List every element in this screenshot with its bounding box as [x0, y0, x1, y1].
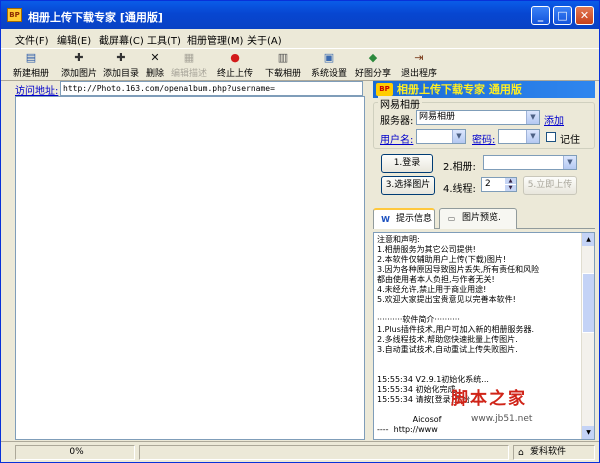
- password-select[interactable]: ▼: [498, 129, 540, 144]
- threads-spinner[interactable]: 2 ▲ ▼: [481, 177, 517, 192]
- scroll-down-icon[interactable]: ▼: [582, 426, 594, 439]
- share-images-button[interactable]: ◆ 好图分享: [353, 50, 393, 80]
- preview-icon: ▭: [447, 214, 456, 223]
- tab-preview[interactable]: ▭ 图片预览.: [439, 208, 517, 229]
- download-icon: ▥: [277, 51, 289, 64]
- threads-label: 4.线程:: [443, 184, 476, 195]
- add-server-link[interactable]: 添加: [544, 112, 564, 127]
- menu-about[interactable]: 关于(A): [247, 32, 282, 47]
- menu-capture[interactable]: 截屏幕(C): [99, 32, 144, 47]
- add-image-button[interactable]: ✚ 添加图片: [59, 50, 99, 80]
- info-icon: W: [381, 215, 390, 224]
- edit-description-button[interactable]: ▦ 编辑描述: [169, 50, 209, 80]
- share-icon: ◆: [368, 51, 378, 64]
- album-label: 2.相册:: [443, 162, 476, 173]
- log-line: 都由使用者本人负担,与作者无关!: [377, 275, 495, 284]
- maximize-icon: □: [557, 9, 568, 22]
- close-icon: ✕: [579, 9, 590, 22]
- stop-icon: ●: [230, 51, 240, 64]
- username-select[interactable]: ▼: [416, 129, 466, 144]
- log-line: ··········软件简介··········: [377, 315, 460, 324]
- account-group-title: 网易相册: [378, 96, 422, 111]
- chevron-down-icon: ▼: [526, 111, 539, 124]
- log-line: 3.因为各种原因导致图片丢失,所有责任和风险: [377, 265, 540, 274]
- address-input[interactable]: http://Photo.163.com/openalbum.php?usern…: [60, 81, 363, 96]
- window-title: 相册上传下载专家 [通用版]: [28, 11, 163, 24]
- settings-icon: ▣: [323, 51, 335, 64]
- info-tabs: W 提示信息 ▭ 图片预览.: [373, 208, 595, 229]
- spin-up-icon[interactable]: ▲: [505, 178, 516, 184]
- log-line: 注意和声明:: [377, 235, 420, 244]
- log-line: 2.多线程技术,帮助您快速批量上传图片.: [377, 335, 518, 344]
- menu-edit[interactable]: 编辑(E): [57, 32, 91, 47]
- remember-checkbox[interactable]: [546, 132, 556, 142]
- exit-button[interactable]: ⇥ 退出程序: [399, 50, 439, 80]
- login-button[interactable]: 1.登录: [381, 154, 433, 173]
- log-scrollbar[interactable]: ▲ ▼: [581, 233, 594, 439]
- watermark-url: www.jb51.net: [471, 414, 533, 424]
- title-bar[interactable]: BP 相册上传下载专家 [通用版] _ □ ✕: [1, 1, 599, 29]
- status-bar: 0% ⌂ 爱科软件: [1, 441, 599, 462]
- home-icon: ⌂: [518, 448, 524, 458]
- password-label[interactable]: 密码:: [472, 131, 495, 146]
- scroll-up-icon[interactable]: ▲: [582, 233, 594, 246]
- spin-down-icon[interactable]: ▼: [505, 185, 516, 191]
- menu-album-manage[interactable]: 相册管理(M): [187, 32, 243, 47]
- chevron-down-icon: ▼: [452, 130, 465, 143]
- log-line: 1.Plus插件技术,用户可加入新的相册服务器.: [377, 325, 535, 334]
- select-images-button[interactable]: 3.选择图片: [381, 176, 435, 195]
- system-settings-button[interactable]: ▣ 系统设置: [309, 50, 349, 80]
- menu-bar: 文件(F) 编辑(E) 截屏幕(C) 工具(T) 相册管理(M) 关于(A): [1, 29, 599, 47]
- banner-logo: BP: [376, 83, 393, 96]
- username-label[interactable]: 用户名:: [380, 131, 413, 146]
- address-bar: 访问地址: http://Photo.163.com/openalbum.php…: [1, 81, 371, 97]
- brand-label: ⌂ 爱科软件: [513, 445, 595, 460]
- server-label: 服务器:: [380, 116, 414, 127]
- menu-file[interactable]: 文件(F): [15, 32, 49, 47]
- watermark-text: 脚本之家: [451, 389, 527, 409]
- app-icon: BP: [7, 8, 22, 22]
- add-folder-icon: ✚: [116, 51, 126, 64]
- menu-tools[interactable]: 工具(T): [147, 32, 181, 47]
- add-image-icon: ✚: [74, 51, 84, 64]
- remember-label: 记住: [560, 135, 580, 146]
- log-line: 3.自动重试技术,自动重试上传失败图片.: [377, 345, 518, 354]
- log-line: 2.本软件仅辅助用户上传(下载)图片!: [377, 255, 507, 264]
- upload-now-button[interactable]: 5.立即上传: [523, 176, 577, 195]
- exit-icon: ⇥: [414, 51, 424, 64]
- minimize-button[interactable]: _: [531, 6, 550, 25]
- banner-text: 相册上传下载专家 通用版: [397, 83, 522, 96]
- address-label[interactable]: 访问地址:: [15, 82, 58, 97]
- stop-upload-button[interactable]: ● 终止上传: [215, 50, 255, 80]
- delete-icon: ✕: [150, 51, 160, 64]
- log-line: 5.欢迎大家提出宝贵意见以完善本软件!: [377, 295, 516, 304]
- progress-text: 0%: [15, 445, 135, 460]
- chevron-down-icon: ▼: [563, 156, 576, 169]
- status-message: [139, 445, 509, 460]
- close-button[interactable]: ✕: [575, 6, 594, 25]
- server-select[interactable]: 网易相册 ▼: [416, 110, 540, 125]
- tab-info[interactable]: W 提示信息: [373, 208, 435, 229]
- maximize-button[interactable]: □: [553, 6, 572, 25]
- log-line: 1.相册服务为其它公司提供!: [377, 245, 476, 254]
- log-line: ---- http://www: [377, 425, 438, 434]
- web-view[interactable]: [15, 96, 365, 440]
- album-select[interactable]: ▼: [483, 155, 577, 170]
- log-line: 4.未经允许,禁止用于商业用途!: [377, 285, 487, 294]
- new-album-button[interactable]: ▤ 新建相册: [11, 50, 51, 80]
- download-album-button[interactable]: ▥ 下载相册: [263, 50, 303, 80]
- delete-button[interactable]: ✕ 删除: [143, 50, 167, 80]
- new-album-icon: ▤: [25, 51, 37, 64]
- toolbar: ▤ 新建相册 ✚ 添加图片 ✚ 添加目录 ✕ 删除 ▦ 编辑描述 ● 终止上传 …: [1, 48, 599, 81]
- chevron-down-icon: ▼: [526, 130, 539, 143]
- add-folder-button[interactable]: ✚ 添加目录: [101, 50, 141, 80]
- edit-desc-icon: ▦: [183, 51, 195, 64]
- main-window: BP 相册上传下载专家 [通用版] _ □ ✕ 文件(F) 编辑(E) 截屏幕(…: [0, 0, 600, 463]
- scroll-thumb[interactable]: [582, 273, 594, 333]
- minimize-icon: _: [537, 9, 544, 22]
- account-group: 网易相册 服务器: 网易相册 ▼ 添加 用户名: ▼ 密码: ▼ 记住: [373, 96, 595, 149]
